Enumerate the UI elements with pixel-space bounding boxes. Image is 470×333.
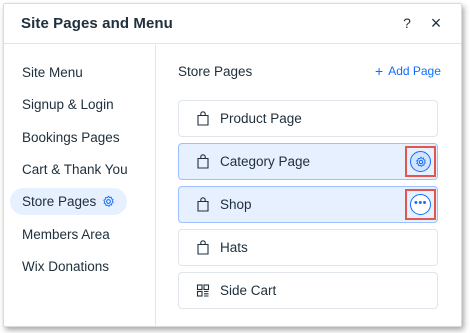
dialog-title: Site Pages and Menu: [21, 15, 173, 32]
gear-icon[interactable]: [102, 195, 115, 208]
gear-icon: [415, 156, 426, 167]
page-row-label: Category Page: [220, 154, 311, 169]
page-row-hats[interactable]: Hats: [178, 229, 438, 266]
section-title: Store Pages: [178, 64, 253, 79]
sidebar-item-site-menu[interactable]: Site Menu: [10, 59, 95, 86]
page-row-product-page[interactable]: Product Page: [178, 100, 438, 137]
page-settings-button[interactable]: [410, 151, 431, 172]
page-row-side-cart[interactable]: Side Cart: [178, 272, 438, 309]
shopping-bag-icon: [197, 197, 209, 212]
sidebar-item-label: Store Pages: [22, 194, 97, 209]
more-icon: •••: [413, 197, 428, 209]
page-row-label: Product Page: [220, 111, 302, 126]
page-row-shop[interactable]: Shop •••: [178, 186, 438, 223]
sidebar-item-label: Site Menu: [22, 65, 83, 80]
plus-icon: +: [375, 63, 384, 79]
sidebar-item-store-pages[interactable]: Store Pages: [10, 188, 128, 215]
sidebar-item-label: Bookings Pages: [22, 130, 120, 145]
highlight-box: •••: [405, 189, 436, 220]
sidebar-item-wix-donations[interactable]: Wix Donations: [10, 253, 121, 280]
page-row-label: Shop: [220, 197, 252, 212]
shopping-bag-icon: [197, 240, 209, 255]
sidebar-item-label: Signup & Login: [22, 97, 114, 112]
add-page-button[interactable]: + Add Page: [375, 64, 441, 78]
sidebar-item-bookings-pages[interactable]: Bookings Pages: [10, 124, 132, 151]
sidebar-item-label: Cart & Thank You: [22, 162, 128, 177]
sidebar: Site Menu Signup & Login Bookings Pages …: [4, 45, 156, 326]
help-button[interactable]: ?: [397, 12, 417, 34]
highlight-box: [405, 146, 436, 177]
close-button[interactable]: ×: [426, 12, 446, 34]
sidebar-item-label: Members Area: [22, 227, 110, 242]
main-content: Store Pages + Add Page Product Page Cate…: [157, 45, 461, 326]
page-row-label: Hats: [220, 240, 248, 255]
shopping-bag-icon: [197, 111, 209, 126]
page-row-category-page[interactable]: Category Page: [178, 143, 438, 180]
more-actions-button[interactable]: •••: [410, 194, 431, 215]
sidebar-item-members-area[interactable]: Members Area: [10, 221, 122, 248]
sidebar-item-signup-login[interactable]: Signup & Login: [10, 91, 126, 118]
site-pages-dialog: Site Pages and Menu ? × Site Menu Signup…: [3, 3, 462, 327]
page-row-label: Side Cart: [220, 283, 277, 298]
sidebar-item-label: Wix Donations: [22, 259, 110, 274]
dialog-header: Site Pages and Menu ? ×: [4, 4, 461, 44]
sidebar-item-cart-thank-you[interactable]: Cart & Thank You: [10, 156, 140, 183]
side-cart-icon: [196, 284, 210, 297]
shopping-bag-icon: [197, 154, 209, 169]
add-page-label: Add Page: [388, 64, 441, 78]
